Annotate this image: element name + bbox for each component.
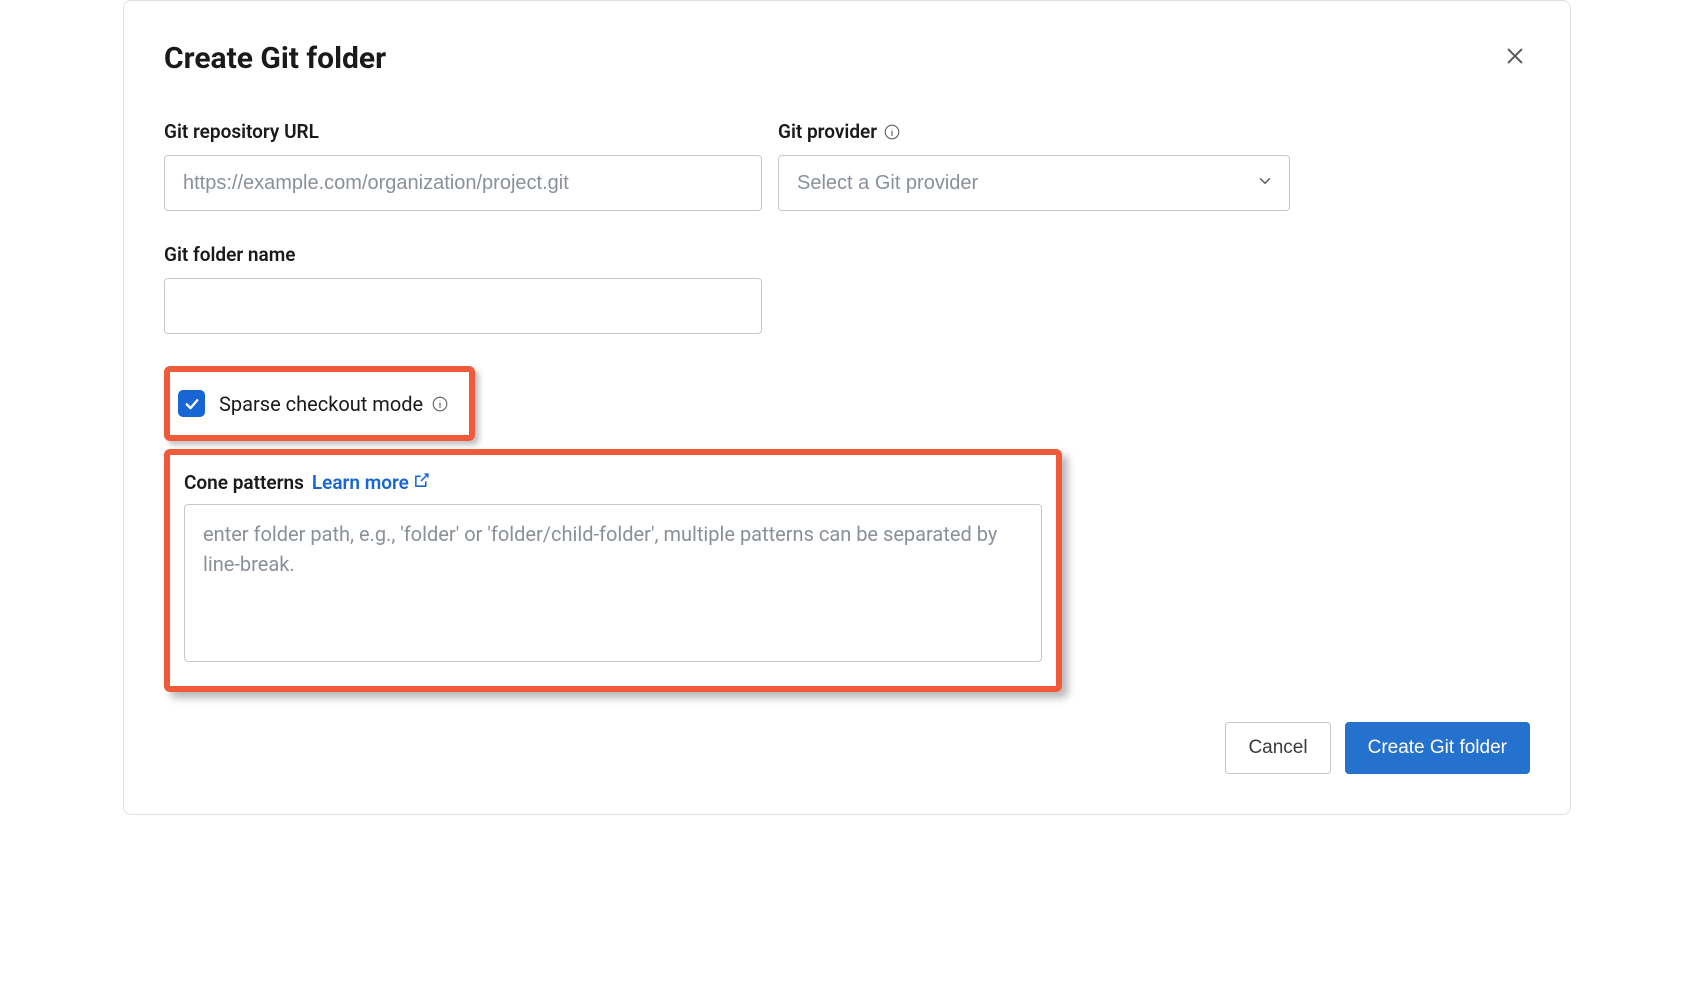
info-icon bbox=[431, 395, 449, 413]
modal-header: Create Git folder bbox=[164, 41, 1530, 76]
sparse-checkout-checkbox[interactable] bbox=[178, 390, 205, 417]
cone-patterns-label: Cone patterns bbox=[184, 471, 304, 494]
info-icon bbox=[883, 123, 901, 141]
cone-patterns-textarea[interactable] bbox=[184, 504, 1042, 662]
provider-label: Git provider bbox=[778, 120, 1290, 143]
form-row-1: Git repository URL Git provider Select a… bbox=[164, 120, 1530, 211]
repo-url-label: Git repository URL bbox=[164, 120, 762, 143]
cancel-button[interactable]: Cancel bbox=[1225, 722, 1330, 774]
repo-url-group: Git repository URL bbox=[164, 120, 762, 211]
close-icon bbox=[1504, 45, 1526, 70]
sparse-checkout-highlight: Sparse checkout mode bbox=[164, 366, 475, 441]
close-button[interactable] bbox=[1500, 41, 1530, 74]
modal-footer: Cancel Create Git folder bbox=[164, 722, 1530, 774]
provider-select-wrap: Select a Git provider bbox=[778, 155, 1290, 211]
create-button[interactable]: Create Git folder bbox=[1345, 722, 1530, 774]
external-link-icon bbox=[413, 471, 430, 494]
create-git-folder-modal: Create Git folder Git repository URL Git… bbox=[123, 0, 1571, 815]
cone-patterns-highlight: Cone patterns Learn more bbox=[164, 449, 1062, 692]
folder-name-group: Git folder name bbox=[164, 243, 762, 334]
folder-name-label: Git folder name bbox=[164, 243, 762, 266]
provider-group: Git provider Select a Git provider bbox=[778, 120, 1290, 211]
provider-select[interactable]: Select a Git provider bbox=[778, 155, 1290, 211]
form-row-2: Git folder name bbox=[164, 243, 1530, 334]
folder-name-input[interactable] bbox=[164, 278, 762, 334]
cone-patterns-label-row: Cone patterns Learn more bbox=[184, 471, 1042, 494]
learn-more-text: Learn more bbox=[312, 471, 409, 494]
repo-url-input[interactable] bbox=[164, 155, 762, 211]
sparse-checkout-label-text: Sparse checkout mode bbox=[219, 392, 423, 416]
sparse-checkout-label: Sparse checkout mode bbox=[219, 392, 449, 416]
modal-title: Create Git folder bbox=[164, 41, 386, 76]
learn-more-link[interactable]: Learn more bbox=[312, 471, 430, 494]
provider-label-text: Git provider bbox=[778, 120, 877, 143]
